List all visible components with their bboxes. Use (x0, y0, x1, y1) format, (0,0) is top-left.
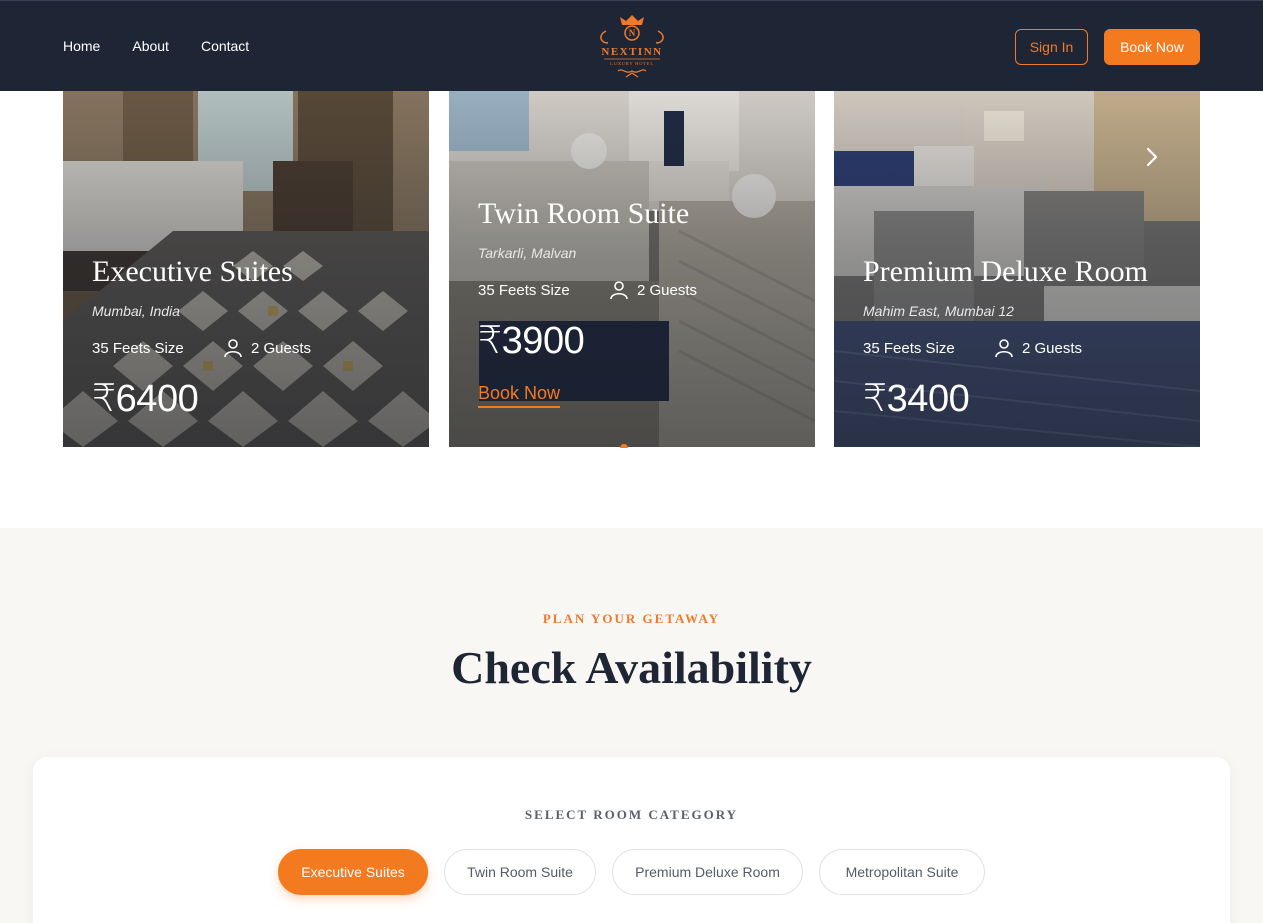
card-content: Premium Deluxe Room Mahim East, Mumbai 1… (863, 255, 1190, 421)
room-location: Mumbai, India (92, 303, 180, 319)
room-guests-label: 2 Guests (1022, 339, 1083, 357)
room-price: ₹3900 (478, 320, 585, 362)
category-pill-twin-room-suite[interactable]: Twin Room Suite (444, 849, 596, 895)
room-meta: 35 Feets Size 2 Guests (92, 338, 419, 358)
category-pill-metropolitan-suite[interactable]: Metropolitan Suite (819, 849, 985, 895)
room-guests: 2 Guests (223, 338, 311, 358)
room-title: Twin Room Suite (478, 197, 690, 230)
card-book-now-link[interactable]: Book Now (478, 383, 561, 408)
logo-tagline: LUXURY HOTEL (610, 61, 654, 66)
hotel-crest-logo[interactable]: N NEXTINN LUXURY HOTEL (592, 13, 672, 81)
room-size: 35 Feets Size (863, 339, 955, 357)
room-guests-label: 2 Guests (251, 339, 312, 357)
availability-panel: SELECT ROOM CATEGORY Executive Suites Tw… (33, 757, 1230, 923)
section-title: Check Availability (451, 642, 812, 693)
room-guests-label: 2 Guests (637, 281, 698, 299)
nav-home-link[interactable]: Home (63, 38, 100, 54)
carousel-active-dot[interactable] (620, 444, 628, 448)
room-meta: 35 Feets Size 2 Guests (863, 338, 1190, 358)
navbar: Home About Contact N NEXTINN LUXURY HOTE… (0, 0, 1263, 91)
room-title: Premium Deluxe Room (863, 255, 1148, 288)
room-guests: 2 Guests (609, 280, 697, 300)
room-size: 35 Feets Size (478, 281, 570, 299)
room-location: Tarkarli, Malvan (478, 245, 577, 261)
chevron-right-icon[interactable] (1140, 145, 1164, 169)
user-icon (610, 281, 628, 300)
user-icon (995, 339, 1013, 358)
availability-section: PLAN YOUR GETAWAY Check Availability SEL… (0, 528, 1263, 923)
category-pill-premium-deluxe-room[interactable]: Premium Deluxe Room (612, 849, 803, 895)
room-card-executive-suites[interactable]: Executive Suites Mumbai, India 35 Feets … (63, 91, 429, 447)
card-content: Executive Suites Mumbai, India 35 Feets … (92, 255, 419, 421)
nav-links: Home About Contact (63, 38, 249, 54)
section-eyebrow: PLAN YOUR GETAWAY (542, 611, 721, 626)
card-content: Twin Room Suite Tarkarli, Malvan 35 Feet… (478, 197, 805, 408)
room-guests: 2 Guests (994, 338, 1082, 358)
room-card-twin-room-suite[interactable]: Twin Room Suite Tarkarli, Malvan 35 Feet… (449, 91, 815, 447)
svg-text:N: N (629, 28, 636, 38)
nav-contact-link[interactable]: Contact (201, 38, 249, 54)
logo-name: NEXTINN (601, 46, 662, 58)
book-now-button[interactable]: Book Now (1104, 29, 1200, 65)
room-price: ₹3400 (863, 378, 970, 420)
user-icon (224, 339, 242, 358)
category-pill-executive-suites[interactable]: Executive Suites (278, 849, 428, 895)
room-price: ₹6400 (92, 378, 199, 420)
room-size: 35 Feets Size (92, 339, 184, 357)
room-category-label: SELECT ROOM CATEGORY (524, 807, 739, 822)
room-title: Executive Suites (92, 255, 293, 288)
sign-in-button[interactable]: Sign In (1015, 29, 1088, 65)
room-location: Mahim East, Mumbai 12 (863, 303, 1014, 319)
room-meta: 35 Feets Size 2 Guests (478, 280, 805, 300)
nav-about-link[interactable]: About (132, 38, 169, 54)
